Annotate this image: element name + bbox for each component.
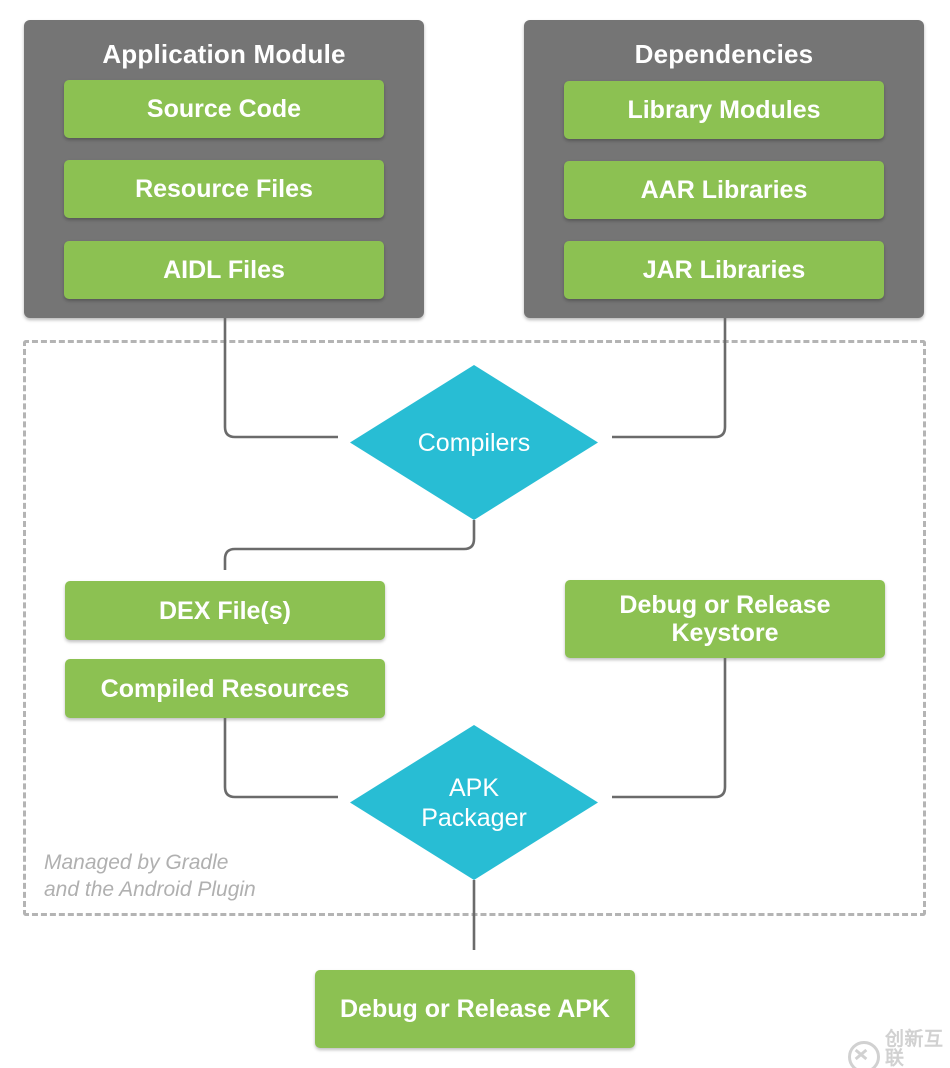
- diagram-canvas: Application Module Source Code Resource …: [0, 0, 950, 1068]
- chip-keystore[interactable]: Debug or Release Keystore: [565, 580, 885, 658]
- chip-jar-libraries[interactable]: JAR Libraries: [564, 241, 884, 299]
- node-apk-packager[interactable]: APK Packager: [350, 725, 598, 880]
- watermark-text: 创新互联 CHUANG XIN HU LIAN: [885, 1030, 950, 1068]
- chip-source-code[interactable]: Source Code: [64, 80, 384, 138]
- managed-by-gradle-note: Managed by Gradle and the Android Plugin: [44, 851, 256, 902]
- watermark: 创新互联 CHUANG XIN HU LIAN: [848, 1030, 950, 1068]
- chip-dex-files[interactable]: DEX File(s): [65, 581, 385, 640]
- watermark-chinese: 创新互联: [885, 1029, 944, 1068]
- apk-packager-diamond-shape: [350, 725, 598, 880]
- watermark-logo-icon: [848, 1040, 880, 1068]
- chip-aidl-files[interactable]: AIDL Files: [64, 241, 384, 299]
- chip-library-modules[interactable]: Library Modules: [564, 81, 884, 139]
- chip-resource-files[interactable]: Resource Files: [64, 160, 384, 218]
- compilers-diamond-shape: [350, 365, 598, 520]
- node-compilers[interactable]: Compilers: [350, 365, 598, 520]
- chip-compiled-resources[interactable]: Compiled Resources: [65, 659, 385, 718]
- group-title-application-module: Application Module: [102, 39, 346, 69]
- chip-output-apk[interactable]: Debug or Release APK: [315, 970, 635, 1048]
- chip-aar-libraries[interactable]: AAR Libraries: [564, 161, 884, 219]
- group-title-dependencies: Dependencies: [634, 39, 814, 69]
